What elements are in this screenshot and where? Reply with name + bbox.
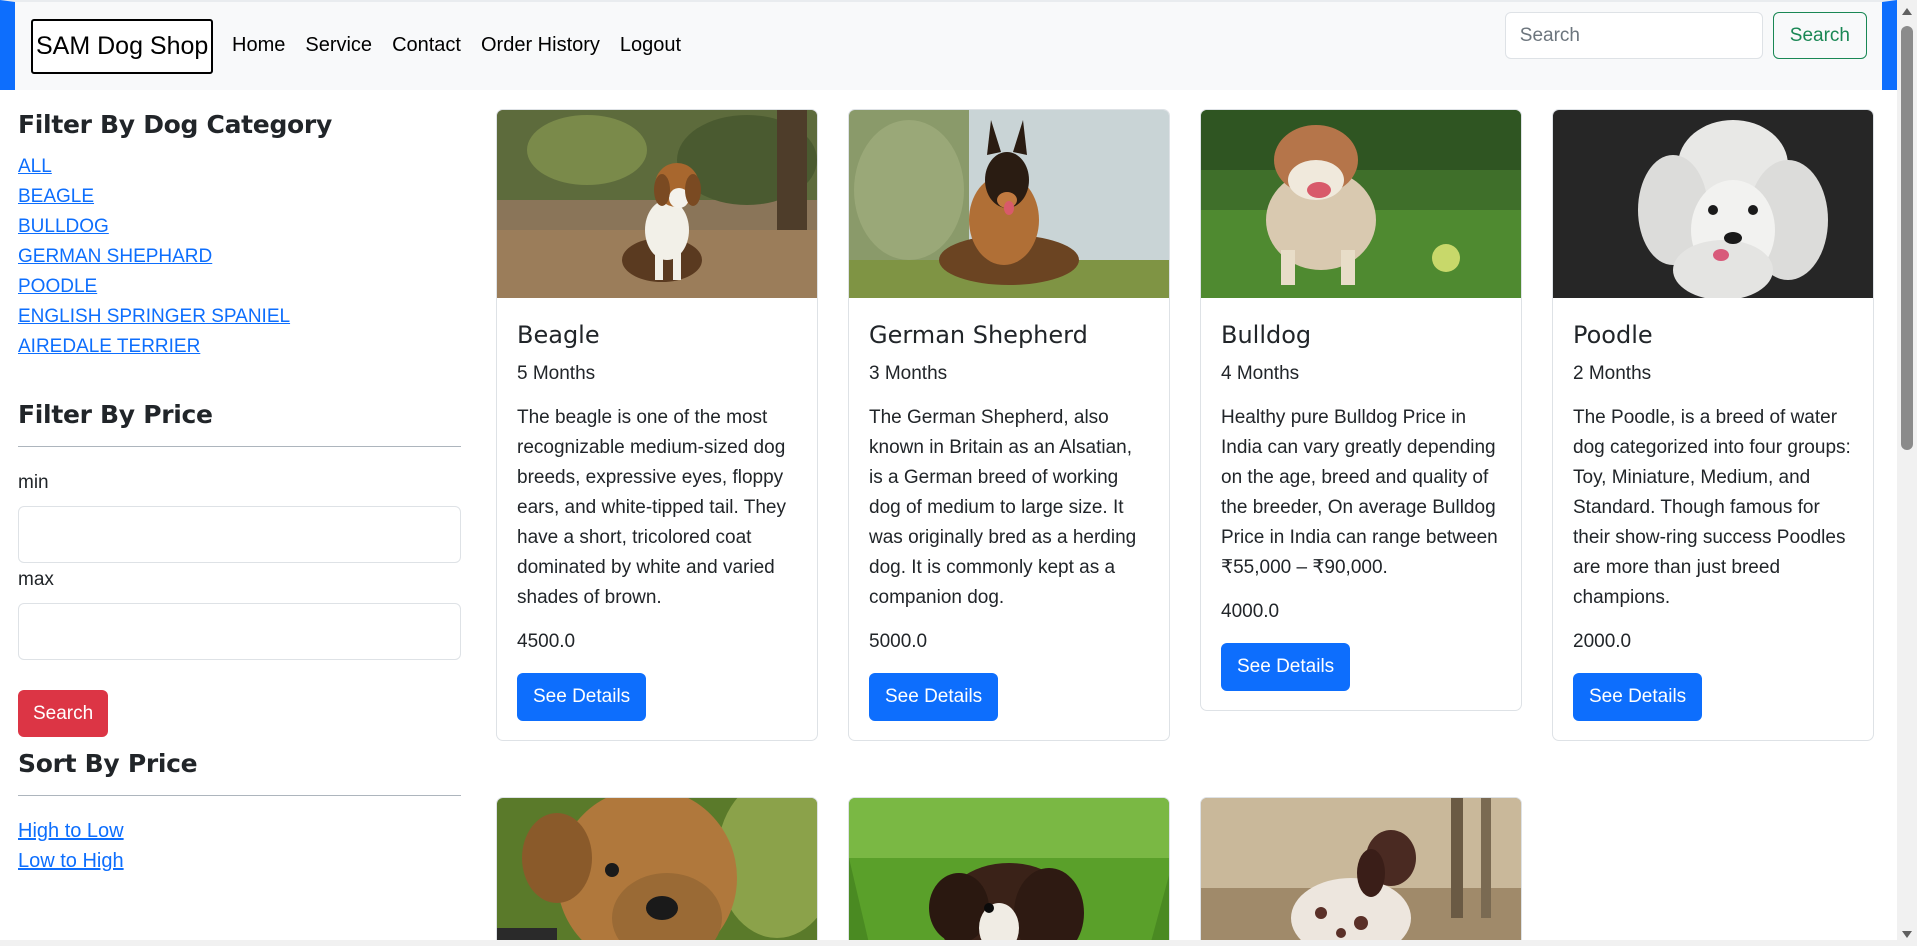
sort-options: High to Low Low to High [18, 816, 461, 876]
product-card-poodle: Poodle 2 Months The Poodle, is a breed o… [1552, 109, 1874, 741]
product-card-beagle: Beagle 5 Months The beagle is one of the… [496, 109, 818, 741]
springer-spaniel-image [1201, 798, 1521, 946]
price-filter-heading: Filter By Price [18, 400, 213, 429]
nav-contact-link[interactable]: Contact [392, 34, 461, 57]
product-card-springer-spaniel-2 [1200, 797, 1522, 946]
category-link-english-springer-spaniel[interactable]: ENGLISH SPRINGER SPANIEL [18, 302, 461, 332]
sort-low-to-high-link[interactable]: Low to High [18, 846, 461, 876]
horizontal-scrollbar[interactable] [0, 940, 1897, 946]
scroll-down-icon[interactable] [1902, 931, 1912, 938]
max-price-input[interactable] [18, 603, 461, 660]
category-link-bulldog[interactable]: BULLDOG [18, 212, 461, 242]
max-label: max [18, 569, 54, 590]
nav-service-link[interactable]: Service [305, 34, 372, 57]
sort-heading: Sort By Price [18, 749, 198, 778]
divider [18, 795, 461, 796]
card-age: 2 Months [1573, 363, 1652, 384]
german-shepherd-image [849, 110, 1169, 298]
card-title: German Shepherd [869, 321, 1088, 349]
card-price: 5000.0 [869, 631, 928, 652]
card-price: 2000.0 [1573, 631, 1632, 652]
sort-high-to-low-link[interactable]: High to Low [18, 816, 461, 846]
card-body: Poodle 2 Months The Poodle, is a breed o… [1553, 298, 1873, 740]
min-price-input[interactable] [18, 506, 461, 563]
product-card-bulldog: Bulldog 4 Months Healthy pure Bulldog Pr… [1200, 109, 1522, 711]
card-title: Poodle [1573, 321, 1653, 349]
search-button[interactable]: Search [1772, 12, 1867, 59]
card-body: German Shepherd 3 Months The German Shep… [849, 298, 1169, 740]
nav-logout-link[interactable]: Logout [620, 34, 681, 57]
scroll-up-icon[interactable] [1902, 8, 1912, 15]
card-age: 4 Months [1221, 363, 1300, 384]
card-description: The Poodle, is a breed of water dog cate… [1573, 407, 1851, 608]
english-springer-spaniel-image [849, 798, 1169, 946]
see-details-button[interactable]: See Details [517, 673, 647, 721]
nav-search-form: Search [1504, 12, 1867, 59]
category-link-beagle[interactable]: BEAGLE [18, 182, 461, 212]
navbar: SAM Dog Shop Home Service Contact Order … [0, 0, 1897, 90]
filter-sidebar: Filter By Dog Category ALL BEAGLE BULLDO… [18, 110, 461, 872]
category-list: ALL BEAGLE BULLDOG GERMAN SHEPHARD POODL… [18, 152, 461, 362]
category-link-airedale-terrier[interactable]: AIREDALE TERRIER [18, 332, 461, 362]
search-input[interactable] [1504, 12, 1763, 59]
scroll-thumb[interactable] [1901, 26, 1913, 450]
category-filter-heading: Filter By Dog Category [18, 110, 332, 139]
nav-links: Home Service Contact Order History Logou… [232, 34, 681, 57]
card-body: Beagle 5 Months The beagle is one of the… [497, 298, 817, 740]
beagle-image [497, 110, 817, 298]
card-title: Bulldog [1221, 321, 1312, 349]
category-link-all[interactable]: ALL [18, 152, 461, 182]
card-body: Bulldog 4 Months Healthy pure Bulldog Pr… [1201, 298, 1521, 710]
price-filter-section: Filter By Price min max Search Sort By P… [18, 400, 461, 876]
product-card-german-shepherd: German Shepherd 3 Months The German Shep… [848, 109, 1170, 741]
see-details-button[interactable]: See Details [869, 673, 999, 721]
see-details-button[interactable]: See Details [1221, 643, 1351, 691]
see-details-button[interactable]: See Details [1573, 673, 1703, 721]
card-age: 3 Months [869, 363, 948, 384]
card-price: 4500.0 [517, 631, 576, 652]
card-description: Healthy pure Bulldog Price in India can … [1221, 407, 1498, 578]
card-description: The German Shepherd, also known in Brita… [869, 407, 1137, 608]
product-card-airedale-terrier [496, 797, 818, 946]
card-title: Beagle [517, 321, 600, 349]
card-description: The beagle is one of the most recognizab… [517, 407, 786, 608]
bulldog-image [1201, 110, 1521, 298]
vertical-scrollbar[interactable] [1897, 0, 1917, 946]
card-age: 5 Months [517, 363, 596, 384]
airedale-terrier-image [497, 798, 817, 946]
category-link-german-shephard[interactable]: GERMAN SHEPHARD [18, 242, 461, 272]
category-link-poodle[interactable]: POODLE [18, 272, 461, 302]
card-price: 4000.0 [1221, 601, 1280, 622]
product-card-english-springer-spaniel [848, 797, 1170, 946]
nav-home-link[interactable]: Home [232, 34, 285, 57]
brand-logo[interactable]: SAM Dog Shop [31, 19, 214, 74]
divider [18, 446, 461, 447]
nav-order-history-link[interactable]: Order History [481, 34, 600, 57]
poodle-image [1553, 110, 1873, 298]
price-search-button[interactable]: Search [18, 690, 109, 737]
min-label: min [18, 472, 49, 493]
